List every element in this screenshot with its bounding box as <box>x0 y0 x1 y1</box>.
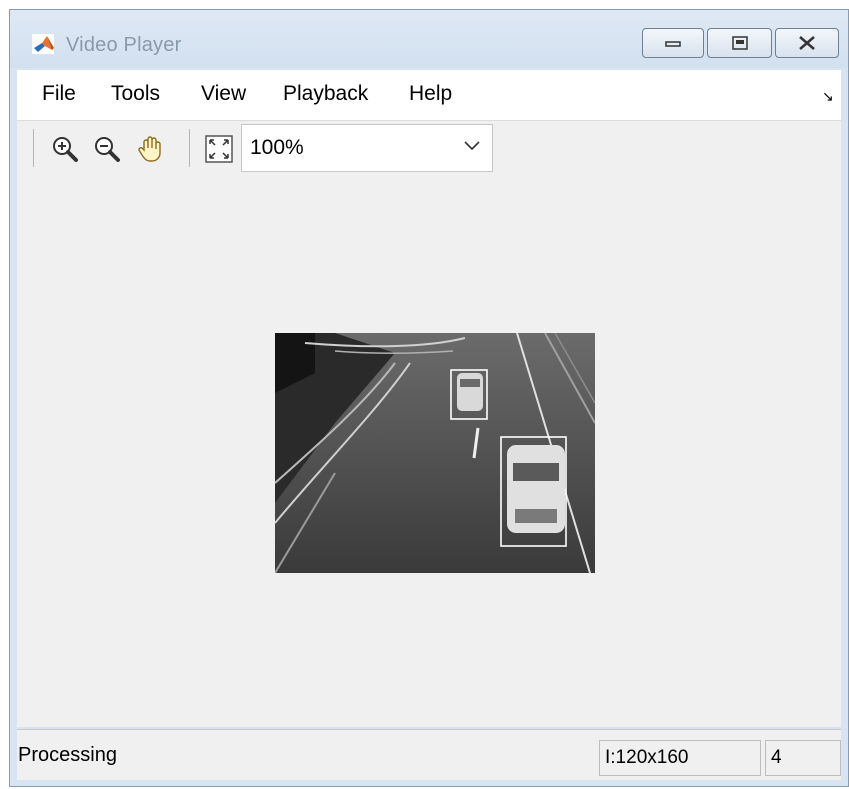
highway-frame-image <box>275 333 595 573</box>
status-message: Processing <box>18 744 117 766</box>
zoom-value: 100% <box>250 136 304 159</box>
menu-bar: File Tools View Playback Help ↘ <box>17 70 841 120</box>
frame-number: 4 <box>771 747 782 768</box>
close-icon <box>799 36 815 50</box>
image-dimensions: I:120x160 <box>605 747 689 768</box>
window-title: Video Player <box>66 34 182 56</box>
menu-file[interactable]: File <box>42 82 76 106</box>
toolbar-separator <box>33 129 34 167</box>
close-button[interactable] <box>775 28 839 58</box>
dock-arrow-icon[interactable]: ↘ <box>822 88 834 105</box>
minimize-icon <box>665 41 681 47</box>
title-bar[interactable]: Video Player <box>10 10 848 68</box>
pan-hand-icon[interactable] <box>137 135 165 163</box>
fit-to-window-icon[interactable] <box>205 135 233 163</box>
zoom-out-icon[interactable] <box>93 135 121 163</box>
frame-number-field: 4 <box>765 740 841 776</box>
maximize-button[interactable] <box>707 28 772 58</box>
video-frame <box>275 333 595 573</box>
menu-tools[interactable]: Tools <box>111 82 160 106</box>
video-player-window: Video Player File Tools View Playback He… <box>9 9 849 787</box>
menu-help[interactable]: Help <box>409 82 452 106</box>
zoom-dropdown[interactable]: 100% <box>241 124 493 172</box>
image-dimensions-field: I:120x160 <box>599 740 761 776</box>
menu-playback[interactable]: Playback <box>283 82 368 106</box>
status-bar: Processing I:120x160 4 <box>17 729 841 780</box>
toolbar-separator <box>189 129 190 167</box>
video-viewport[interactable] <box>17 177 841 727</box>
chevron-down-icon <box>464 141 480 151</box>
menu-view[interactable]: View <box>201 82 246 106</box>
toolbar: 100% <box>17 120 841 177</box>
matlab-logo-icon <box>32 34 54 54</box>
zoom-in-icon[interactable] <box>51 135 79 163</box>
minimize-button[interactable] <box>642 28 704 58</box>
maximize-icon <box>731 36 748 50</box>
